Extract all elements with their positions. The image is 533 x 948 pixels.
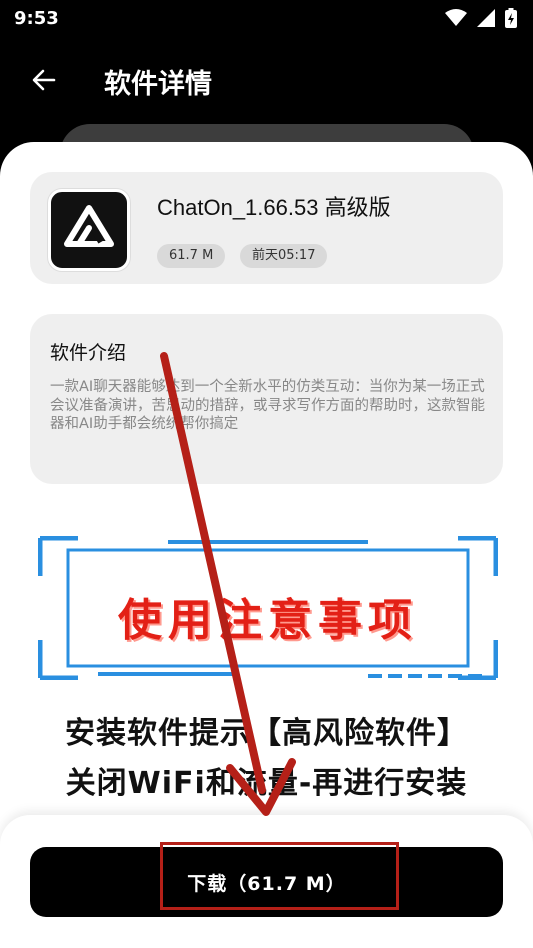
intro-card: 软件介绍 一款AI聊天器能够达到一个全新水平的仿类互动：当你为某一场正式会议准备… xyxy=(30,314,503,484)
wifi-icon xyxy=(445,9,467,26)
poster-headline: 使用注意事项 xyxy=(118,595,418,646)
page-title: 软件详情 xyxy=(104,69,212,100)
notice-poster: 使用注意事项 安装软件提示【高风险软件】 关闭WiFi和流量-再进行安装 xyxy=(30,532,503,822)
back-arrow-icon[interactable] xyxy=(30,66,58,94)
signal-icon xyxy=(477,9,495,27)
app-header: 软件详情 xyxy=(0,50,533,110)
app-name: ChatOn_1.66.53 高级版 xyxy=(157,195,391,220)
download-footer: 下载（61.7 M） xyxy=(0,815,533,948)
status-icons xyxy=(445,8,517,28)
status-bar: 9:53 xyxy=(0,0,533,38)
battery-icon xyxy=(505,8,517,28)
highlight-box xyxy=(160,842,399,910)
size-badge: 61.7 M xyxy=(157,244,226,268)
intro-text: 一款AI聊天器能够达到一个全新水平的仿类互动：当你为某一场正式会议准备演讲，苦思… xyxy=(50,379,485,432)
app-logo-icon xyxy=(48,189,130,271)
status-time: 9:53 xyxy=(14,8,59,29)
poster-line-1: 安装软件提示【高风险软件】 xyxy=(65,716,468,751)
detail-sheet: ChatOn_1.66.53 高级版 61.7 M 前天05:17 软件介绍 一… xyxy=(0,142,533,948)
poster-line-2: 关闭WiFi和流量-再进行安装 xyxy=(65,766,468,801)
intro-title: 软件介绍 xyxy=(50,342,127,364)
app-info-card: ChatOn_1.66.53 高级版 61.7 M 前天05:17 xyxy=(30,172,503,284)
date-badge: 前天05:17 xyxy=(240,244,328,268)
